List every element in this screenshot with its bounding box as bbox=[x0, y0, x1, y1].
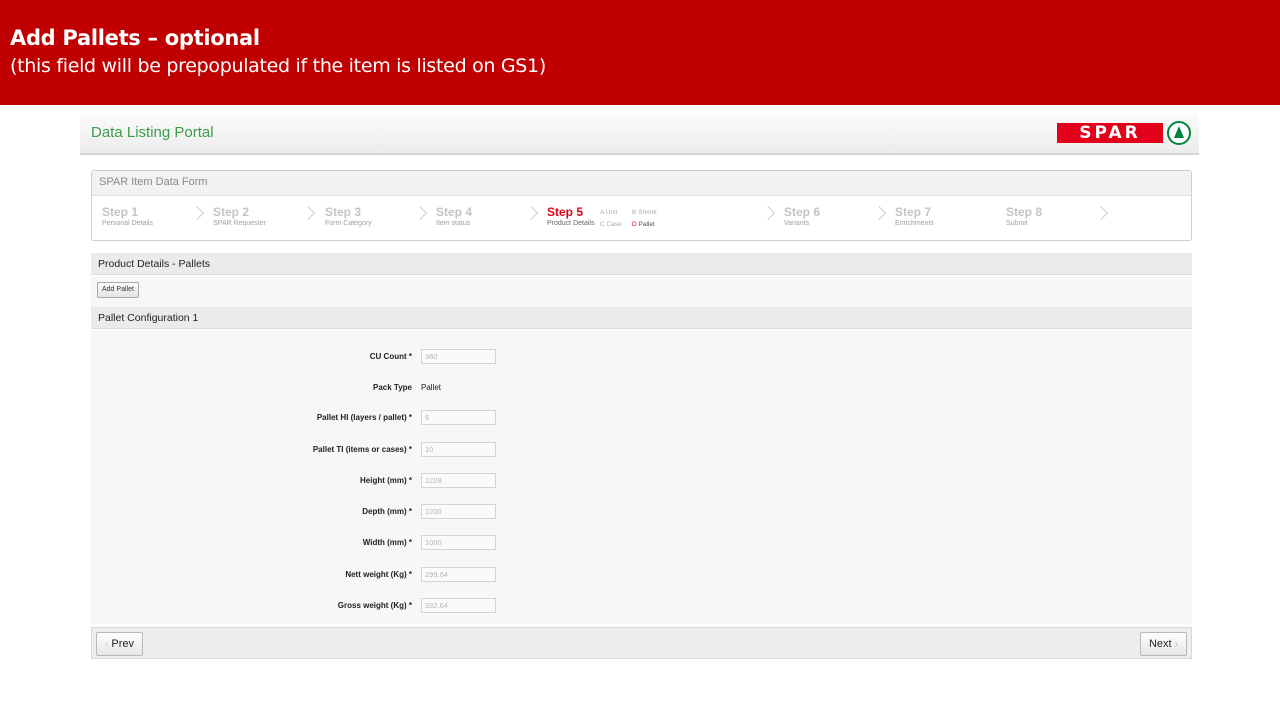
banner-title: Add Pallets – optional bbox=[10, 26, 260, 50]
prev-label: Prev bbox=[111, 638, 135, 650]
step-2-title: Step 2 bbox=[213, 205, 250, 219]
chevron-right-icon bbox=[760, 205, 776, 221]
field-pallet-hi: Pallet HI (layers / pallet) * 6 bbox=[91, 410, 1192, 426]
chevron-right-icon bbox=[871, 205, 887, 221]
option-letter: C bbox=[600, 221, 605, 228]
step-4-sub: Item status bbox=[436, 220, 471, 227]
chevron-right-icon bbox=[300, 205, 316, 221]
option-label: Shrink bbox=[638, 209, 657, 216]
add-pallet-row: Add Pallet bbox=[91, 276, 1192, 307]
step-1-title: Step 1 bbox=[102, 205, 139, 219]
item-data-form-wizard: SPAR Item Data Form Step 1 Personal Deta… bbox=[91, 170, 1192, 241]
step-7[interactable]: Step 7 Enrichments bbox=[895, 205, 934, 227]
field-width: Width (mm) * 1000 bbox=[91, 535, 1192, 551]
instruction-banner: Add Pallets – optional (this field will … bbox=[0, 0, 1280, 105]
step-3-title: Step 3 bbox=[325, 205, 362, 219]
step5-option-case[interactable]: C Case bbox=[600, 221, 622, 228]
field-label: CU Count * bbox=[369, 352, 412, 361]
form-title: SPAR Item Data Form bbox=[92, 171, 1191, 196]
step-3[interactable]: Step 3 Form Category bbox=[325, 205, 372, 227]
step-6[interactable]: Step 6 Variants bbox=[784, 205, 820, 227]
step-4-title: Step 4 bbox=[436, 205, 473, 219]
step-8[interactable]: Step 8 Submit bbox=[1006, 205, 1042, 227]
chevron-right-icon bbox=[189, 205, 205, 221]
field-pallet-ti: Pallet TI (items or cases) * 10 bbox=[91, 442, 1192, 458]
option-label: Unit bbox=[605, 209, 618, 216]
step-8-title: Step 8 bbox=[1006, 205, 1043, 219]
step-7-title: Step 7 bbox=[895, 205, 932, 219]
step-7-sub: Enrichments bbox=[895, 220, 934, 227]
field-label: Pallet TI (items or cases) * bbox=[312, 445, 412, 454]
step-1-sub: Personal Details bbox=[102, 220, 153, 227]
section-title: Product Details - Pallets bbox=[91, 253, 1192, 275]
pallet-config-title: Pallet Configuration 1 bbox=[91, 307, 1192, 329]
option-label: Case bbox=[606, 221, 622, 228]
banner-subtitle: (this field will be prepopulated if the … bbox=[10, 55, 546, 77]
field-label: Gross weight (Kg) * bbox=[337, 601, 412, 610]
spar-logo: SPAR bbox=[1057, 123, 1163, 143]
option-letter: A bbox=[600, 209, 604, 216]
portal-header: Data Listing Portal SPAR bbox=[80, 113, 1199, 155]
step-2-sub: SPAR Requester bbox=[213, 220, 266, 227]
step-5-sub: Product Details bbox=[547, 220, 595, 227]
step5-option-shrink[interactable]: B Shrink bbox=[632, 209, 657, 216]
step-5[interactable]: Step 5 Product Details bbox=[547, 205, 594, 227]
field-label: Nett weight (Kg) * bbox=[345, 570, 412, 579]
chevron-right-icon bbox=[523, 205, 539, 221]
wizard-steps: Step 1 Personal Details Step 2 SPAR Requ… bbox=[92, 196, 1191, 241]
option-label: Pallet bbox=[638, 221, 655, 228]
pack-type-value: Pallet bbox=[421, 383, 442, 392]
chevron-left-icon: ‹ bbox=[105, 639, 109, 650]
step5-option-unit[interactable]: A Unit bbox=[600, 209, 617, 216]
step-6-title: Step 6 bbox=[784, 205, 821, 219]
field-label: Height (mm) * bbox=[360, 476, 412, 485]
pallet-hi-input[interactable]: 6 bbox=[421, 410, 496, 425]
option-letter: B bbox=[632, 209, 637, 216]
field-pack-type: Pack Type Pallet bbox=[91, 380, 1192, 396]
nett-weight-input[interactable]: 299.64 bbox=[421, 567, 496, 582]
width-input[interactable]: 1000 bbox=[421, 535, 496, 550]
prev-button[interactable]: ‹ Prev bbox=[96, 632, 144, 656]
step5-option-pallet[interactable]: D Pallet bbox=[632, 221, 655, 228]
chevron-right-icon bbox=[412, 205, 428, 221]
chevron-right-icon: › bbox=[1174, 639, 1178, 650]
depth-input[interactable]: 1200 bbox=[421, 504, 496, 519]
step-6-sub: Variants bbox=[784, 220, 810, 227]
pallet-config-form: CU Count * 360 Pack Type Pallet Pallet H… bbox=[91, 330, 1192, 624]
field-label: Pack Type bbox=[373, 383, 412, 392]
field-label: Depth (mm) * bbox=[362, 507, 412, 516]
step-2[interactable]: Step 2 SPAR Requester bbox=[213, 205, 266, 227]
wizard-nav-bar: ‹ Prev Next › bbox=[91, 627, 1192, 659]
next-label: Next bbox=[1148, 638, 1172, 650]
step-5-title: Step 5 bbox=[547, 205, 584, 219]
field-depth: Depth (mm) * 1200 bbox=[91, 504, 1192, 520]
step-1[interactable]: Step 1 Personal Details bbox=[102, 205, 153, 227]
step-3-sub: Form Category bbox=[325, 220, 372, 227]
field-label: Pallet HI (layers / pallet) * bbox=[316, 413, 412, 422]
height-input[interactable]: 1228 bbox=[421, 473, 496, 488]
option-letter: D bbox=[632, 221, 637, 228]
add-pallet-button[interactable]: Add Pallet bbox=[97, 282, 139, 298]
field-cu-count: CU Count * 360 bbox=[91, 349, 1192, 365]
spar-tree-icon bbox=[1167, 121, 1191, 145]
portal-title[interactable]: Data Listing Portal bbox=[91, 124, 214, 141]
next-button[interactable]: Next › bbox=[1139, 632, 1187, 656]
step-8-sub: Submit bbox=[1006, 220, 1028, 227]
chevron-right-icon bbox=[1093, 205, 1109, 221]
field-gross-weight: Gross weight (Kg) * 332.64 bbox=[91, 598, 1192, 614]
step-4[interactable]: Step 4 Item status bbox=[436, 205, 472, 227]
field-label: Width (mm) * bbox=[362, 538, 412, 547]
pallet-ti-input[interactable]: 10 bbox=[421, 442, 496, 457]
cu-count-input[interactable]: 360 bbox=[421, 349, 496, 364]
field-height: Height (mm) * 1228 bbox=[91, 473, 1192, 489]
gross-weight-input[interactable]: 332.64 bbox=[421, 598, 496, 613]
field-nett-weight: Nett weight (Kg) * 299.64 bbox=[91, 567, 1192, 583]
